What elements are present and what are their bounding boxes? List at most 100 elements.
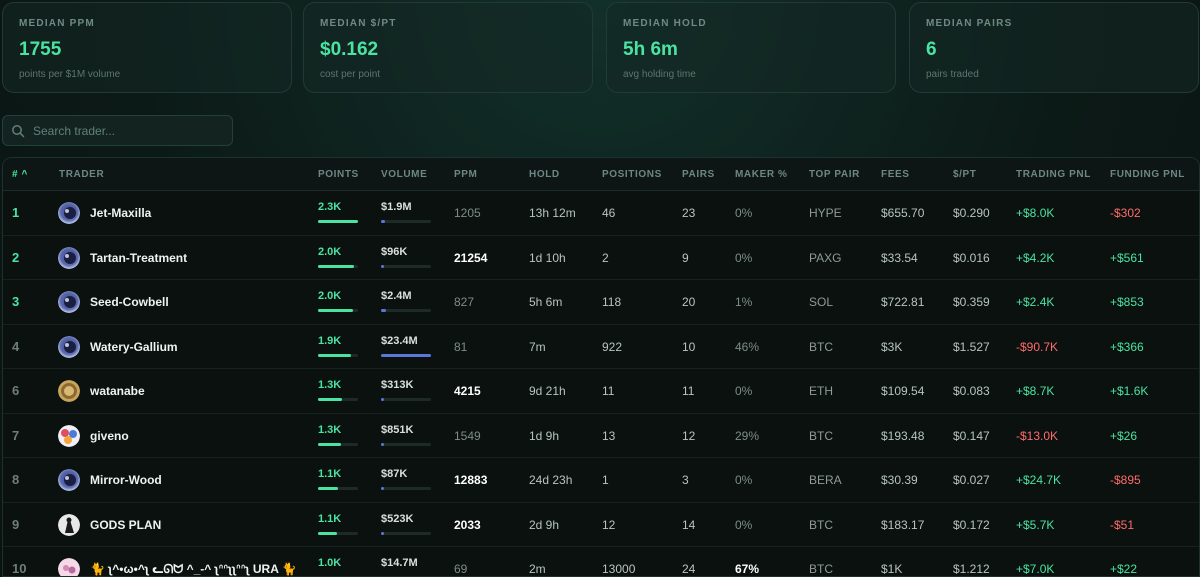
- leaderboard-table: # ^ TRADER POINTS VOLUME PPM HOLD POSITI…: [2, 157, 1200, 577]
- trader-name[interactable]: Seed-Cowbell: [90, 280, 169, 324]
- column-header-funding-pnl[interactable]: FUNDING PNL: [1110, 169, 1185, 180]
- funding-pnl-cell: +$561: [1110, 250, 1144, 265]
- top-pair-cell: BTC: [809, 428, 833, 443]
- hold-cell: 9d 21h: [529, 384, 566, 398]
- top-pair-cell: SOL: [809, 295, 834, 309]
- column-header-positions[interactable]: POSITIONS: [602, 169, 662, 180]
- rank-cell: 9: [12, 516, 20, 532]
- trading-pnl-cell: +$8.0K: [1016, 206, 1055, 220]
- funding-pnl-cell: +$26: [1110, 428, 1138, 443]
- column-header-points[interactable]: POINTS: [318, 169, 359, 180]
- ppm-cell: 69: [454, 562, 468, 576]
- points-bar: [318, 220, 358, 223]
- fees-cell: $193.48: [881, 428, 925, 443]
- table-row[interactable]: 1 Jet-Maxilla 2.3K $1.9M 1205 13h 12m 46 23 0% HY…: [3, 191, 1199, 236]
- trader-name[interactable]: Mirror-Wood: [90, 458, 162, 502]
- avatar: [58, 558, 80, 576]
- points-bar: [318, 353, 358, 357]
- volume-bar: [381, 309, 431, 312]
- top-pair-cell: BERA: [809, 473, 842, 487]
- rank-cell: 8: [12, 472, 20, 487]
- stat-subtitle: cost per point: [320, 69, 381, 80]
- stat-subtitle: avg holding time: [623, 69, 696, 80]
- top-pair-cell: BTC: [809, 339, 833, 354]
- avatar: [58, 424, 80, 447]
- column-header-rank[interactable]: # ^: [12, 169, 28, 180]
- stat-label: MEDIAN HOLD: [623, 18, 707, 29]
- column-header-volume[interactable]: VOLUME: [381, 169, 427, 180]
- trading-pnl-cell: +$5.7K: [1016, 517, 1055, 532]
- trader-name[interactable]: GODS PLAN: [90, 503, 161, 547]
- volume-bar: [381, 531, 431, 535]
- volume-bar: [381, 398, 431, 401]
- trader-name[interactable]: 🐈 ʅ^•ω•^ʅ ᓚᘏᗢ ^_-^ ʅᐢᐢʅʅᐢᐢʅ URA 🐈: [90, 547, 297, 576]
- fees-cell: $722.81: [881, 295, 925, 309]
- stat-card-median-ppm: MEDIAN PPM 1755 points per $1M volume: [2, 2, 292, 93]
- fees-cell: $109.54: [881, 384, 925, 398]
- stat-label: MEDIAN PPM: [19, 18, 95, 29]
- table-row[interactable]: 6 watanabe 1.3K $313K 4215 9d 21h 11 11 0% ETH $10…: [3, 369, 1199, 414]
- points-cell: 2.3K: [318, 191, 378, 235]
- table-row[interactable]: 4 Watery-Gallium 1.9K $23.4M 81 7m 922 10 46% BTC…: [3, 325, 1199, 369]
- pairs-cell: 14: [682, 517, 696, 532]
- maker-cell: 0%: [735, 384, 753, 398]
- volume-cell: $851K: [381, 414, 441, 458]
- column-header-per-point[interactable]: $/PT: [953, 169, 977, 180]
- avatar: [58, 246, 80, 269]
- ppm-cell: 4215: [454, 384, 481, 398]
- per-point-cell: $0.147: [953, 428, 990, 443]
- positions-cell: 13000: [602, 562, 636, 576]
- funding-pnl-cell: -$51: [1110, 517, 1135, 532]
- column-header-ppm[interactable]: PPM: [454, 169, 477, 180]
- per-point-cell: $0.016: [953, 250, 990, 265]
- points-cell: 2.0K: [318, 236, 378, 280]
- points-bar: [318, 309, 358, 312]
- column-header-top-pair[interactable]: TOP PAIR: [809, 169, 860, 180]
- stat-value: 5h 6m: [623, 39, 678, 60]
- column-header-maker[interactable]: MAKER %: [735, 169, 788, 180]
- pairs-cell: 20: [682, 295, 696, 309]
- column-header-pairs[interactable]: PAIRS: [682, 169, 715, 180]
- rank-cell: 7: [12, 427, 20, 443]
- positions-cell: 13: [602, 428, 616, 443]
- per-point-cell: $1.527: [953, 339, 990, 354]
- table-row[interactable]: 8 Mirror-Wood 1.1K $87K 12883 24d 23h 1 3 0% BERA…: [3, 458, 1199, 503]
- points-value: 1.3K: [318, 379, 342, 391]
- ppm-cell: 81: [454, 339, 468, 354]
- trading-pnl-cell: +$8.7K: [1016, 384, 1055, 398]
- hold-cell: 2d 9h: [529, 517, 560, 532]
- column-header-trading-pnl[interactable]: TRADING PNL: [1016, 169, 1091, 180]
- per-point-cell: $0.290: [953, 206, 990, 220]
- trader-name[interactable]: watanabe: [90, 369, 145, 413]
- column-header-fees[interactable]: FEES: [881, 169, 910, 180]
- table-row[interactable]: 9 GODS PLAN 1.1K $523K 2033 2d 9h 12 14 0% BTC $18…: [3, 503, 1199, 547]
- positions-cell: 11: [602, 384, 615, 398]
- funding-pnl-cell: +$853: [1110, 295, 1144, 309]
- positions-cell: 46: [602, 206, 616, 220]
- trader-name[interactable]: Tartan-Treatment: [90, 236, 187, 280]
- trader-name[interactable]: giveno: [90, 414, 129, 458]
- column-header-hold[interactable]: HOLD: [529, 169, 560, 180]
- fees-cell: $183.17: [881, 517, 925, 532]
- volume-cell: $523K: [381, 503, 441, 547]
- trader-name[interactable]: Jet-Maxilla: [90, 191, 151, 235]
- trader-name[interactable]: Watery-Gallium: [90, 325, 178, 369]
- table-row[interactable]: 7 giveno 1.3K $851K 1549 1d 9h 13 12 29% BTC $193.…: [3, 414, 1199, 458]
- points-cell: 2.0K: [318, 280, 378, 324]
- funding-pnl-cell: +$1.6K: [1110, 384, 1149, 398]
- avatar: [58, 202, 80, 224]
- points-value: 1.1K: [318, 468, 342, 480]
- table-row[interactable]: 10 🐈 ʅ^•ω•^ʅ ᓚᘏᗢ ^_-^ ʅᐢᐢʅʅᐢᐢʅ URA 🐈 1.0K $…: [3, 547, 1199, 576]
- stats-bar: MEDIAN PPM 1755 points per $1M volume ME…: [2, 2, 1200, 93]
- volume-bar: [381, 442, 431, 446]
- column-header-trader[interactable]: TRADER: [59, 169, 104, 180]
- points-bar: [318, 398, 358, 401]
- trading-pnl-cell: -$90.7K: [1016, 339, 1059, 354]
- table-row[interactable]: 3 Seed-Cowbell 2.0K $2.4M 827 5h 6m 118 20 1% SOL…: [3, 280, 1199, 325]
- maker-cell: 29%: [735, 428, 760, 443]
- trading-pnl-cell: +$4.2K: [1016, 250, 1055, 265]
- table-row[interactable]: 2 Tartan-Treatment 2.0K $96K 21254 1d 10h 2 9 0%…: [3, 236, 1199, 280]
- search-input[interactable]: Search trader...: [2, 115, 233, 146]
- maker-cell: 0%: [735, 250, 753, 265]
- per-point-cell: $0.172: [953, 517, 990, 532]
